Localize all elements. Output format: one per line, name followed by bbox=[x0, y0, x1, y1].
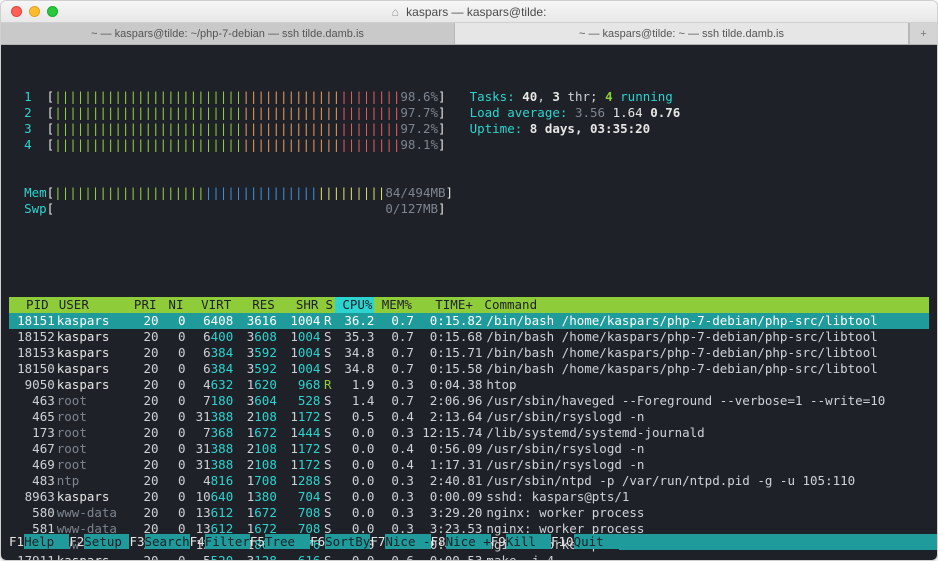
process-row[interactable]: 465root2003138821081172S0.50.42:13.64/us… bbox=[9, 409, 929, 425]
process-row[interactable]: 9050kaspars20046321620968R1.90.30:04.38h… bbox=[9, 377, 929, 393]
process-row[interactable]: 18152kaspars200640036081004S35.30.70:15.… bbox=[9, 329, 929, 345]
zoom-icon[interactable] bbox=[47, 6, 58, 17]
process-row[interactable]: 483ntp200481617081288S0.00.32:40.81/usr/… bbox=[9, 473, 929, 489]
fkey-label-F10: Quit bbox=[574, 534, 619, 549]
cpu-meter-1: 1 [|||||||||||||||||||||||||||||||||||||… bbox=[9, 89, 446, 105]
fkey-label-F9: Kill bbox=[506, 534, 551, 549]
fkey-F6[interactable]: F6 bbox=[310, 534, 325, 549]
fkey-F9[interactable]: F9 bbox=[491, 534, 506, 549]
process-row[interactable]: 18150kaspars200638435921004S34.80.70:15.… bbox=[9, 361, 929, 377]
home-icon: ⌂ bbox=[392, 5, 399, 19]
tab-bar: ~ — kaspars@tilde: ~/php-7-debian — ssh … bbox=[1, 23, 937, 45]
cpu-meter-4: 4 [|||||||||||||||||||||||||||||||||||||… bbox=[9, 137, 446, 153]
fkey-label-F8: Nice + bbox=[446, 534, 491, 549]
tab-0[interactable]: ~ — kaspars@tilde: ~/php-7-debian — ssh … bbox=[1, 23, 455, 44]
fkey-label-F1: Help bbox=[24, 534, 69, 549]
col-USER[interactable]: USER bbox=[57, 297, 128, 313]
col-VIRT[interactable]: VIRT bbox=[185, 297, 233, 313]
col-S[interactable]: S bbox=[320, 297, 335, 313]
fkey-F5[interactable]: F5 bbox=[250, 534, 265, 549]
tab-add-button[interactable]: + bbox=[909, 23, 937, 44]
process-row[interactable]: 469root2003138821081172S0.00.41:17.31/us… bbox=[9, 457, 929, 473]
col-CPU%[interactable]: CPU% bbox=[335, 297, 374, 313]
process-row[interactable]: 18153kaspars200638435921004S34.80.70:15.… bbox=[9, 345, 929, 361]
swp-meter: Swp[ 0/127MB] bbox=[9, 201, 929, 217]
load-average: Load average: 3.56 1.64 0.76 bbox=[470, 105, 681, 121]
cpu-meter-3: 3 [|||||||||||||||||||||||||||||||||||||… bbox=[9, 121, 446, 137]
col-Command[interactable]: Command bbox=[482, 297, 929, 313]
fkey-F10[interactable]: F10 bbox=[551, 534, 574, 549]
fkey-label-F6: SortBy bbox=[325, 534, 370, 549]
process-row[interactable]: 17911kaspars20055203128616S0.00.60:00.53… bbox=[9, 553, 929, 560]
cpu-meter-2: 2 [|||||||||||||||||||||||||||||||||||||… bbox=[9, 105, 446, 121]
col-SHR[interactable]: SHR bbox=[277, 297, 321, 313]
window-controls bbox=[1, 6, 58, 17]
process-row[interactable]: 173root200736816721444S0.00.312:15.74/li… bbox=[9, 425, 929, 441]
fkey-label-F3: Search bbox=[145, 534, 190, 549]
window-title: ⌂ kaspars — kaspars@tilde: bbox=[1, 5, 937, 19]
titlebar: ⌂ kaspars — kaspars@tilde: bbox=[1, 1, 937, 23]
terminal-content[interactable]: 1 [|||||||||||||||||||||||||||||||||||||… bbox=[1, 45, 937, 560]
mem-meter: Mem[||||||||||||||||||||||||||||||||||||… bbox=[9, 185, 929, 201]
col-MEM%[interactable]: MEM% bbox=[374, 297, 413, 313]
col-TIME+[interactable]: TIME+ bbox=[414, 297, 483, 313]
uptime: Uptime: 8 days, 03:35:20 bbox=[470, 121, 681, 137]
fkey-F8[interactable]: F8 bbox=[431, 534, 446, 549]
fkey-F1[interactable]: F1 bbox=[9, 534, 24, 549]
close-icon[interactable] bbox=[11, 6, 22, 17]
col-PID[interactable]: PID bbox=[9, 297, 57, 313]
fkey-label-F5: Tree bbox=[265, 534, 310, 549]
process-table: PIDUSER PRI NI VIRT RES SHRSCPU%MEM% TIM… bbox=[9, 297, 929, 560]
fkey-F3[interactable]: F3 bbox=[129, 534, 144, 549]
tasks-summary: Tasks: 40, 3 thr; 4 running bbox=[470, 89, 681, 105]
process-row[interactable]: 580www-data200136121672708S0.00.33:29.20… bbox=[9, 505, 929, 521]
terminal-window: ⌂ kaspars — kaspars@tilde: ~ — kaspars@t… bbox=[0, 0, 938, 561]
fkey-F7[interactable]: F7 bbox=[370, 534, 385, 549]
fkey-label-F4: Filter bbox=[205, 534, 250, 549]
fkey-label-F7: Nice - bbox=[385, 534, 430, 549]
fkey-label-F2: Setup bbox=[84, 534, 129, 549]
col-NI[interactable]: NI bbox=[159, 297, 186, 313]
process-row[interactable]: 463root20071803604528S1.40.72:06.96/usr/… bbox=[9, 393, 929, 409]
process-row[interactable]: 467root2003138821081172S0.00.40:56.09/us… bbox=[9, 441, 929, 457]
process-row[interactable]: 18151kaspars200640836161004R36.20.70:15.… bbox=[9, 313, 929, 329]
col-PRI[interactable]: PRI bbox=[127, 297, 158, 313]
function-keys: F1Help F2Setup F3SearchF4FilterF5Tree F6… bbox=[9, 534, 929, 550]
minimize-icon[interactable] bbox=[29, 6, 40, 17]
col-RES[interactable]: RES bbox=[233, 297, 277, 313]
process-header[interactable]: PIDUSER PRI NI VIRT RES SHRSCPU%MEM% TIM… bbox=[9, 297, 929, 313]
tab-1[interactable]: ~ — kaspars@tilde: ~ — ssh tilde.damb.is bbox=[455, 23, 909, 44]
process-row[interactable]: 8963kaspars200106401380704S0.00.30:00.09… bbox=[9, 489, 929, 505]
fkey-F4[interactable]: F4 bbox=[190, 534, 205, 549]
fkey-F2[interactable]: F2 bbox=[69, 534, 84, 549]
